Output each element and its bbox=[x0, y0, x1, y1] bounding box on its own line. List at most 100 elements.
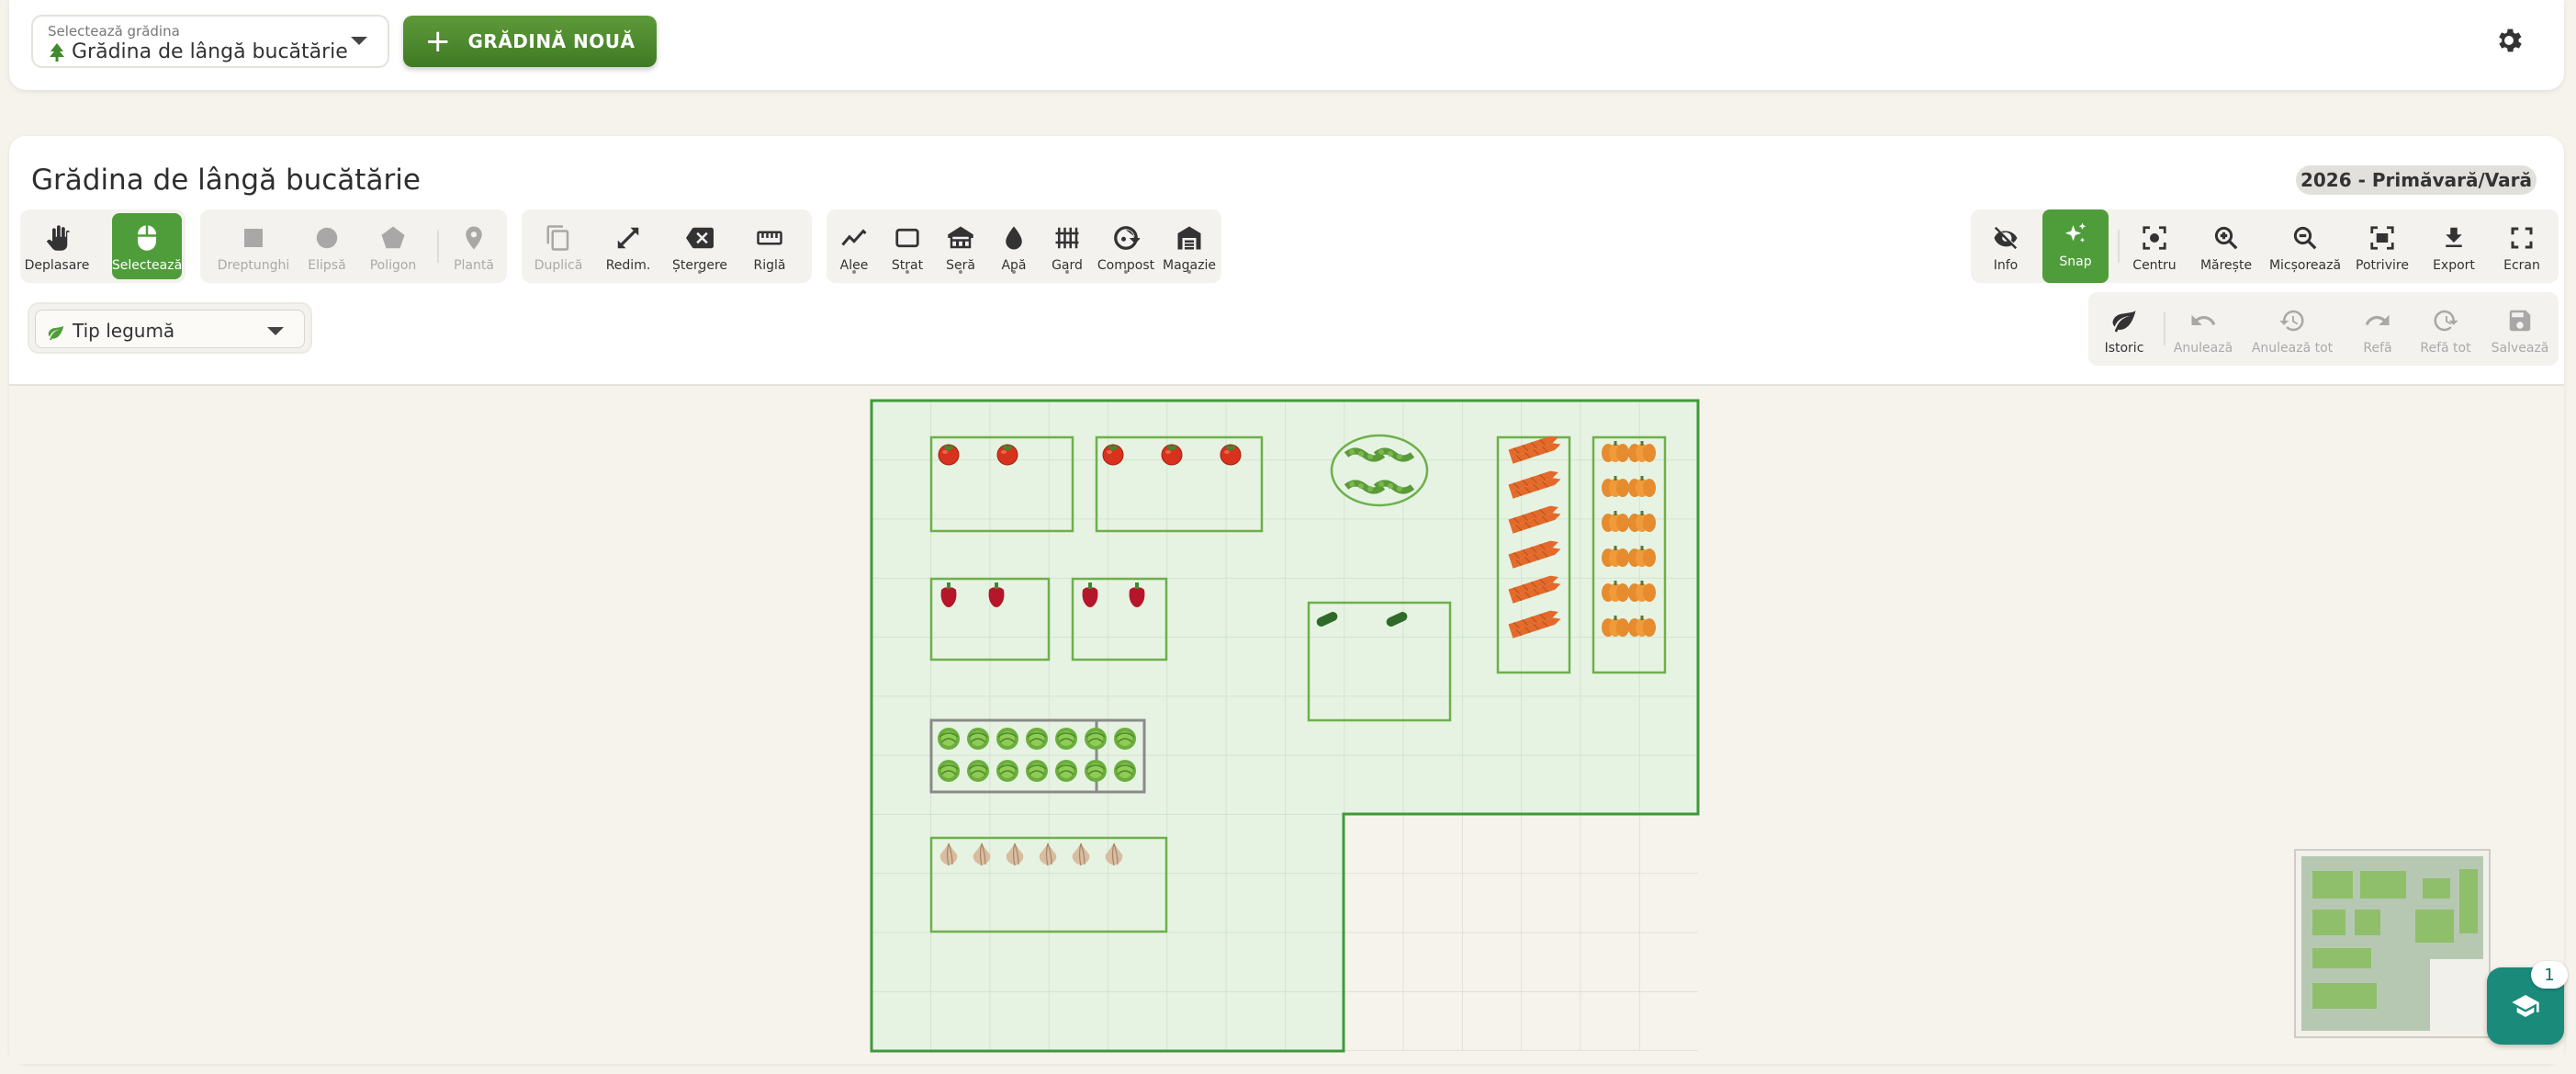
tool-redo-all-label: Refă tot bbox=[2420, 341, 2471, 356]
history-toolbar: Istoric Anulează Anulează tot Refă Refă … bbox=[2088, 292, 2559, 366]
tool-rectangle[interactable]: Dreptunghi bbox=[218, 213, 289, 279]
resize-icon bbox=[617, 227, 639, 249]
circle-icon bbox=[316, 227, 338, 249]
vegetable-type-select[interactable]: Tip legumă bbox=[35, 310, 305, 348]
edit-toolbar: Duplică Redim. Ștergere Riglă bbox=[522, 209, 812, 283]
submenu-dot bbox=[1012, 270, 1016, 274]
divider bbox=[437, 230, 439, 263]
tool-duplicate[interactable]: Duplică bbox=[527, 213, 590, 279]
sparkle-icon bbox=[2064, 222, 2087, 243]
tool-fullscreen-label: Ecran bbox=[2503, 258, 2540, 273]
hand-icon bbox=[46, 225, 70, 251]
tool-water[interactable]: Apă bbox=[986, 213, 1041, 279]
elements-toolbar: Alee Strat Seră Apă Gard Compost Magazie bbox=[827, 209, 1221, 283]
tool-center-label: Centru bbox=[2132, 258, 2177, 273]
copy-icon bbox=[546, 225, 569, 251]
submenu-dot bbox=[1065, 270, 1069, 274]
garden-plan[interactable] bbox=[9, 386, 2564, 1064]
pentagon-icon bbox=[381, 226, 405, 249]
redo-all-icon bbox=[2434, 310, 2458, 332]
graduation-cap-icon bbox=[2512, 995, 2539, 1017]
view-toolbar: Info Snap Centru Mărește Micșorează Potr… bbox=[1971, 209, 2559, 283]
tool-select[interactable]: Selectează bbox=[112, 213, 182, 279]
new-garden-label: GRĂDINĂ NOUĂ bbox=[467, 30, 636, 52]
drop-icon bbox=[1006, 226, 1022, 250]
history-icon bbox=[2279, 310, 2304, 332]
pin-icon bbox=[466, 226, 482, 250]
tool-delete[interactable]: Ștergere bbox=[669, 213, 731, 279]
tool-redo-all[interactable]: Refă tot bbox=[2412, 296, 2480, 362]
tool-undo-all[interactable]: Anulează tot bbox=[2244, 296, 2340, 362]
tool-undo[interactable]: Anulează bbox=[2167, 296, 2239, 362]
tool-export[interactable]: Export bbox=[2421, 213, 2487, 279]
tool-ruler-label: Riglă bbox=[753, 258, 786, 273]
tool-history[interactable]: Istoric bbox=[2094, 296, 2154, 362]
tool-fullscreen[interactable]: Ecran bbox=[2489, 213, 2555, 279]
tool-fit-label: Potrivire bbox=[2356, 258, 2409, 273]
shed-icon bbox=[1177, 226, 1201, 250]
page-title: Grădina de lângă bucătărie bbox=[31, 164, 421, 197]
fence-icon bbox=[1055, 227, 1079, 249]
submenu-dot bbox=[1187, 270, 1191, 274]
garden-select[interactable]: Selectează grădina Grădina de lângă bucă… bbox=[31, 15, 389, 68]
fullscreen-icon bbox=[2511, 227, 2533, 249]
shape-toolbar: Dreptunghi Elipsă Poligon Plantă bbox=[200, 209, 507, 283]
undo-icon bbox=[2191, 314, 2216, 325]
vegetable-type-filter[interactable]: Tip legumă bbox=[28, 302, 312, 354]
tool-polygon[interactable]: Poligon bbox=[362, 213, 424, 279]
tool-undo-label: Anulează bbox=[2173, 341, 2233, 356]
submenu-dot bbox=[959, 270, 962, 274]
minimap[interactable] bbox=[2294, 849, 2491, 1038]
tool-rectangle-label: Dreptunghi bbox=[217, 258, 290, 273]
chevron-down-icon bbox=[267, 327, 284, 335]
chevron-down-icon bbox=[351, 37, 367, 45]
tool-shed[interactable]: Magazie bbox=[1157, 213, 1221, 279]
tool-save-label: Salvează bbox=[2491, 341, 2549, 356]
save-icon bbox=[2509, 310, 2531, 332]
tool-move[interactable]: Deplasare bbox=[24, 213, 90, 279]
tool-zoom-out-label: Micșorează bbox=[2268, 258, 2342, 273]
redo-icon bbox=[2365, 314, 2390, 325]
download-icon bbox=[2446, 227, 2462, 247]
backspace-icon bbox=[686, 227, 714, 249]
tool-resize[interactable]: Redim. bbox=[597, 213, 659, 279]
tool-bed[interactable]: Strat bbox=[880, 213, 935, 279]
tool-snap-label: Snap bbox=[2059, 254, 2092, 269]
tool-greenhouse[interactable]: Seră bbox=[933, 213, 988, 279]
tool-undo-all-label: Anulează tot bbox=[2251, 341, 2334, 356]
zoom-in-icon bbox=[2214, 226, 2238, 250]
tool-redo[interactable]: Refă bbox=[2347, 296, 2408, 362]
submenu-dot bbox=[1124, 270, 1128, 274]
bed-beans[interactable] bbox=[1330, 434, 1429, 507]
new-garden-button[interactable]: + GRĂDINĂ NOUĂ bbox=[403, 16, 657, 67]
tool-path[interactable]: Alee bbox=[827, 213, 882, 279]
season-badge: 2026 - Primăvară/Vară bbox=[2296, 165, 2537, 195]
minimap-view bbox=[2301, 856, 2483, 1031]
tool-compost[interactable]: Compost bbox=[1093, 213, 1159, 279]
tool-ellipse-label: Elipsă bbox=[308, 258, 346, 273]
tool-select-label: Selectează bbox=[111, 258, 183, 273]
tool-fit[interactable]: Potrivire bbox=[2347, 213, 2417, 279]
tool-polygon-label: Poligon bbox=[369, 258, 417, 273]
tool-move-label: Deplasare bbox=[24, 258, 90, 273]
ruler-icon bbox=[757, 231, 782, 245]
tool-plant[interactable]: Plantă bbox=[443, 213, 505, 279]
gear-icon[interactable] bbox=[2493, 25, 2525, 56]
plus-icon: + bbox=[424, 23, 452, 60]
leaf-icon bbox=[48, 325, 64, 341]
garden-canvas[interactable] bbox=[9, 384, 2564, 1064]
tool-duplicate-label: Duplică bbox=[534, 258, 583, 273]
tool-info[interactable]: Info bbox=[1976, 213, 2035, 279]
leaf-icon bbox=[2112, 310, 2136, 333]
tool-zoom-in[interactable]: Mărește bbox=[2191, 213, 2261, 279]
tool-zoom-out[interactable]: Micșorează bbox=[2265, 213, 2345, 279]
tool-ruler[interactable]: Riglă bbox=[738, 213, 801, 279]
tool-redo-label: Refă bbox=[2363, 341, 2392, 356]
tool-snap[interactable]: Snap bbox=[2042, 209, 2109, 283]
tool-fence[interactable]: Gard bbox=[1040, 213, 1095, 279]
tree-icon bbox=[50, 42, 64, 62]
tool-save[interactable]: Salvează bbox=[2485, 296, 2555, 362]
tool-ellipse[interactable]: Elipsă bbox=[296, 213, 358, 279]
tool-center[interactable]: Centru bbox=[2120, 213, 2189, 279]
tool-zoom-in-label: Mărește bbox=[2199, 258, 2253, 273]
